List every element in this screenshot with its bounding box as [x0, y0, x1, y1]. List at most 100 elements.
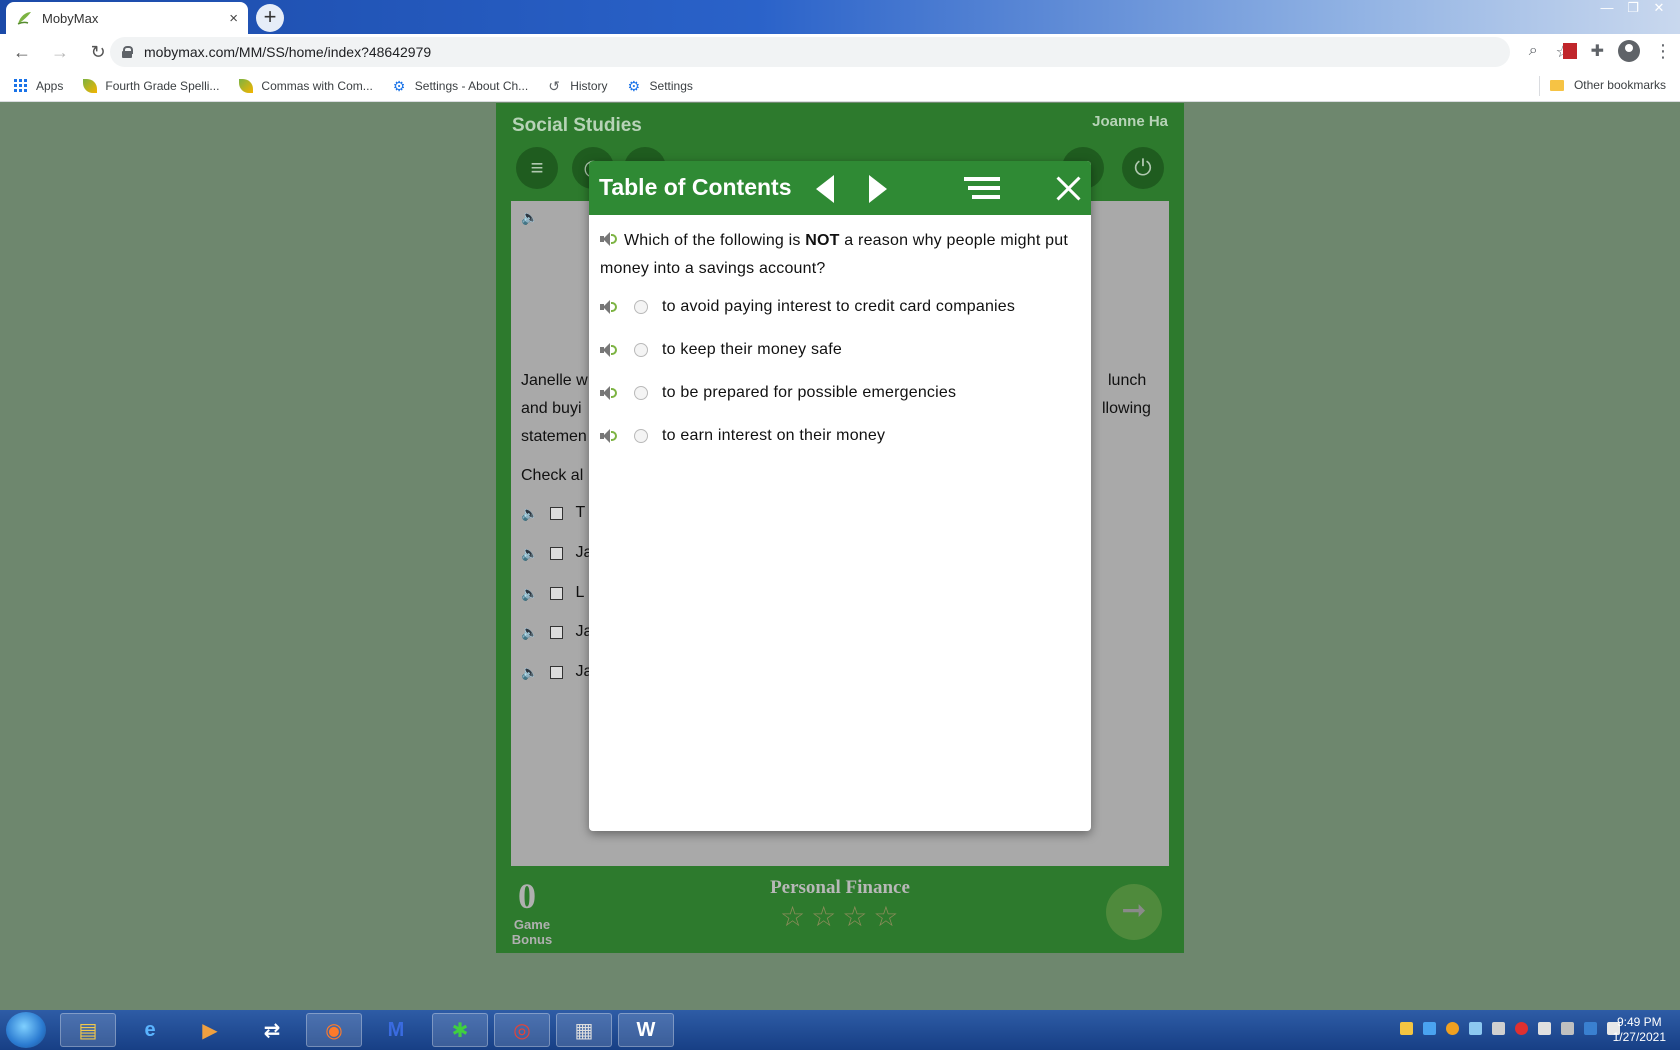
power-icon[interactable]: ⏻: [1122, 147, 1164, 189]
tray-flag-icon[interactable]: [1538, 1022, 1551, 1035]
radio-button[interactable]: [634, 429, 648, 443]
checkbox[interactable]: [550, 506, 564, 520]
tray-update-icon[interactable]: [1446, 1022, 1459, 1035]
list-menu-icon[interactable]: [964, 177, 1000, 204]
teamviewer-icon[interactable]: ⇄: [244, 1013, 300, 1047]
app-green-icon[interactable]: ✱: [432, 1013, 488, 1047]
bookmark-item[interactable]: Commas with Com...: [239, 78, 373, 93]
bookmark-item[interactable]: ⚙ Settings: [628, 79, 693, 93]
checkbox[interactable]: [550, 665, 564, 679]
speaker-icon[interactable]: [600, 300, 618, 314]
tray-app-icon[interactable]: [1469, 1022, 1482, 1035]
radio-button[interactable]: [634, 300, 648, 314]
file-explorer-icon[interactable]: ▤: [60, 1013, 116, 1047]
passage-line: lunch: [1108, 372, 1147, 389]
answer-row[interactable]: 🔈 Ja: [521, 544, 592, 562]
bookmark-item[interactable]: Fourth Grade Spelli...: [83, 78, 219, 93]
history-icon: ↺: [548, 77, 560, 94]
option-text: to be prepared for possible emergencies: [662, 384, 957, 401]
answer-option[interactable]: to be prepared for possible emergencies: [600, 384, 956, 402]
bookmark-apps[interactable]: Apps: [14, 78, 63, 93]
close-icon[interactable]: [1055, 175, 1081, 201]
tray-security-icon[interactable]: [1515, 1022, 1528, 1035]
extension-icon[interactable]: [1562, 43, 1577, 59]
speaker-icon[interactable]: [600, 429, 618, 443]
leaf-icon: [83, 78, 98, 93]
bookmarks-bar: Apps Fourth Grade Spelli... Commas with …: [0, 70, 1680, 102]
malwarebytes-icon[interactable]: M: [368, 1013, 424, 1047]
bookmark-label: History: [570, 78, 608, 93]
minimize-icon[interactable]: —: [1594, 0, 1620, 18]
address-bar[interactable]: mobymax.com/MM/SS/home/index?48642979: [110, 37, 1510, 67]
tab-close-icon[interactable]: ×: [229, 10, 238, 27]
tray-display-icon[interactable]: [1584, 1022, 1597, 1035]
checkbox[interactable]: [550, 625, 564, 639]
speaker-icon[interactable]: [600, 386, 618, 400]
answer-row[interactable]: 🔈 L: [521, 584, 584, 602]
leaf-icon: [239, 78, 254, 93]
game-bonus-label-text: Game Bonus: [511, 917, 553, 947]
tray-power-icon[interactable]: [1561, 1022, 1574, 1035]
mobymax-favicon-icon: [17, 12, 31, 25]
url-text[interactable]: mobymax.com/MM/SS/home/index?48642979: [144, 44, 431, 60]
instruction-text: Check al: [521, 467, 584, 484]
menu-icon[interactable]: ≡: [516, 147, 558, 189]
zoom-icon[interactable]: ⌕: [1529, 42, 1538, 62]
star-icon: ☆: [780, 901, 806, 932]
speaker-icon[interactable]: 🔈: [521, 505, 538, 522]
word-icon[interactable]: W: [618, 1013, 674, 1047]
new-tab-button[interactable]: +: [256, 4, 284, 32]
browser-toolbar: ← → ↻ mobymax.com/MM/SS/home/index?48642…: [0, 34, 1680, 70]
answer-text: L: [575, 584, 585, 601]
tray-device-icon[interactable]: [1492, 1022, 1505, 1035]
bookmark-item[interactable]: ↺ History: [548, 79, 607, 93]
browser-tab[interactable]: MobyMax ×: [6, 2, 248, 34]
star-icon: ☆: [811, 901, 837, 932]
speaker-icon[interactable]: 🔈: [521, 545, 538, 562]
forward-icon[interactable]: →: [44, 36, 76, 68]
folder-icon: [1549, 79, 1564, 91]
next-arrow-icon[interactable]: [869, 175, 887, 203]
radio-button[interactable]: [634, 386, 648, 400]
media-player-icon[interactable]: ▶: [182, 1013, 238, 1047]
restore-icon[interactable]: ❐: [1620, 0, 1646, 18]
answer-row[interactable]: 🔈 Ja: [521, 623, 592, 641]
answer-option[interactable]: to earn interest on their money: [600, 427, 885, 445]
start-button[interactable]: [6, 1012, 46, 1048]
previous-arrow-icon[interactable]: [816, 175, 834, 203]
speaker-icon[interactable]: 🔈: [521, 624, 538, 641]
checkbox[interactable]: [550, 546, 564, 560]
speaker-icon[interactable]: 🔈: [521, 585, 538, 602]
answer-row[interactable]: 🔈 T: [521, 504, 585, 522]
internet-explorer-icon[interactable]: e: [122, 1013, 178, 1047]
toolbar-right: ✚ ⋮: [1562, 40, 1672, 62]
bookmark-item[interactable]: ⚙ Settings - About Ch...: [393, 79, 528, 93]
answer-row[interactable]: 🔈 Ja: [521, 663, 592, 681]
answer-option[interactable]: to avoid paying interest to credit card …: [600, 298, 1015, 316]
system-clock[interactable]: 9:49 PM 1/27/2021: [1613, 1015, 1666, 1045]
star-icon: ☆: [873, 901, 899, 932]
next-arrow-button[interactable]: ➞: [1106, 884, 1162, 940]
other-bookmarks[interactable]: Other bookmarks: [1549, 78, 1666, 92]
window-close-icon[interactable]: ✕: [1646, 0, 1672, 18]
firefox-icon[interactable]: ◉: [306, 1013, 362, 1047]
calculator-icon[interactable]: ▦: [556, 1013, 612, 1047]
tray-shield-icon[interactable]: [1400, 1022, 1413, 1035]
modal-title: Table of Contents: [599, 174, 792, 200]
profile-avatar-icon[interactable]: [1618, 40, 1640, 62]
gear-icon: ⚙: [627, 77, 641, 94]
speaker-icon[interactable]: 🔈: [521, 664, 538, 681]
speaker-icon[interactable]: 🔈: [521, 209, 538, 226]
passage-line: and buyi: [521, 400, 582, 417]
back-icon[interactable]: ←: [6, 36, 38, 68]
tray-network-icon[interactable]: [1423, 1022, 1436, 1035]
answer-option[interactable]: to keep their money safe: [600, 341, 842, 359]
speaker-icon[interactable]: [600, 343, 618, 357]
radio-button[interactable]: [634, 343, 648, 357]
system-tray: [1400, 1022, 1620, 1035]
speaker-icon[interactable]: [600, 232, 618, 246]
chrome-icon[interactable]: ◎: [494, 1013, 550, 1047]
puzzle-icon[interactable]: ✚: [1591, 41, 1604, 61]
checkbox[interactable]: [550, 586, 564, 600]
menu-dots-icon[interactable]: ⋮: [1654, 42, 1672, 60]
